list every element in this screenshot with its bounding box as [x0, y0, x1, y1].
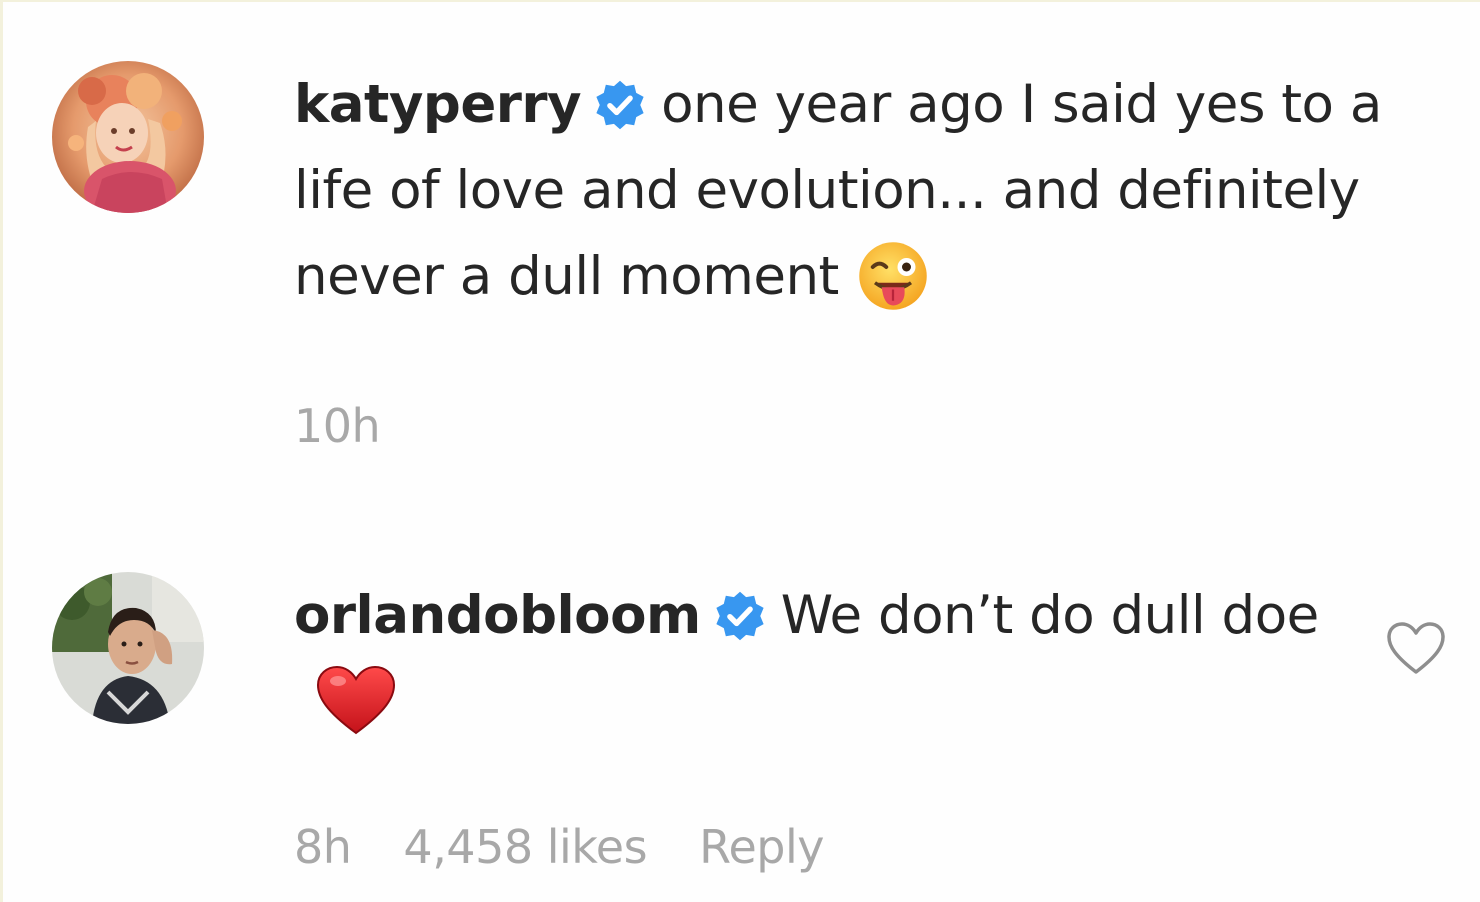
comment-timestamp: 10h	[294, 399, 381, 453]
likes-count-button[interactable]: 4,458 likes	[403, 820, 647, 874]
comment-timestamp: 8h	[294, 820, 352, 874]
comments-panel: katyperry one year ago I said yes to a li…	[0, 0, 1480, 902]
red-heart-emoji	[316, 665, 396, 737]
heart-outline-icon[interactable]	[1385, 620, 1447, 676]
avatar-katyperry[interactable]	[52, 61, 204, 213]
comment-text-block: katyperry one year ago I said yes to a li…	[294, 62, 1444, 320]
avatar-image	[52, 61, 204, 213]
comment-body: We don’t do dull doe	[780, 585, 1320, 646]
avatar-image	[52, 572, 204, 724]
comment-meta: 10h	[294, 399, 432, 453]
comment-meta: 8h 4,458 likes Reply	[294, 820, 824, 874]
verified-badge-icon	[593, 78, 647, 132]
verified-badge-icon	[713, 589, 767, 643]
winking-face-with-tongue-emoji	[857, 240, 929, 312]
comment-username[interactable]: orlandobloom	[294, 585, 701, 646]
reply-button[interactable]: Reply	[699, 820, 824, 874]
comment-text-block: orlandobloom We don’t do dull doe	[294, 573, 1334, 745]
comment-username[interactable]: katyperry	[294, 74, 582, 135]
avatar-orlandobloom[interactable]	[52, 572, 204, 724]
